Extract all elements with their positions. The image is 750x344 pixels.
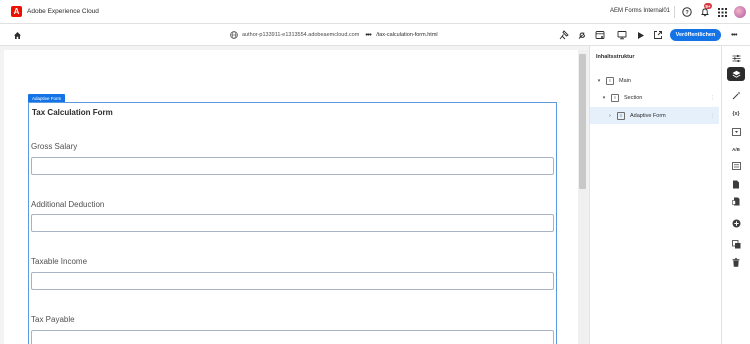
url-host: author-p133911-e1313554.adobeaemcloud.co…: [242, 32, 360, 38]
tree-node-label: Main: [619, 77, 631, 84]
editor-toolbar: author-p133911-e1313554.adobeaemcloud.co…: [0, 24, 750, 46]
header-divider: [674, 6, 675, 18]
taxable-income-label: Taxable Income: [31, 257, 88, 266]
ab-test-icon[interactable]: A/B: [727, 142, 745, 156]
url-path: /tax-calculation-form.html: [376, 32, 438, 38]
tax-payable-label: Tax Payable: [31, 315, 75, 324]
more-actions-button[interactable]: •••: [728, 29, 740, 41]
panel-title: Inhaltsstruktur: [596, 54, 635, 60]
tree-node-section[interactable]: ▾ ≡ Section ⋮: [590, 89, 719, 106]
magic-wand-icon[interactable]: [727, 88, 745, 102]
notification-badge: 9+: [704, 3, 712, 9]
chevron-down-icon[interactable]: ▾: [596, 78, 602, 84]
adaptive-form-container[interactable]: Tax Calculation Form Gross Salary Additi…: [28, 102, 557, 344]
globe-icon: [230, 31, 238, 39]
tree-node-main[interactable]: ▾ ≡ Main: [590, 72, 719, 89]
chevron-down-icon[interactable]: ▾: [601, 95, 607, 101]
open-external-icon[interactable]: [652, 29, 664, 41]
drag-handle-icon[interactable]: ⋮: [710, 113, 715, 119]
layers-icon[interactable]: [727, 67, 745, 81]
add-component-icon[interactable]: [727, 216, 745, 230]
delete-trash-icon[interactable]: [727, 255, 745, 269]
publish-button[interactable]: Veröffentlichen: [670, 29, 721, 41]
adobe-logo-icon[interactable]: A: [11, 6, 22, 17]
additional-deduction-label: Additional Deduction: [31, 200, 105, 209]
ab-test-label: A/B: [732, 146, 740, 152]
page-properties-icon[interactable]: [594, 29, 606, 41]
tax-payable-input[interactable]: [31, 330, 554, 344]
app-title[interactable]: Adobe Experience Cloud: [27, 8, 99, 15]
user-avatar[interactable]: [734, 6, 746, 18]
additional-deduction-input[interactable]: [31, 214, 554, 232]
home-icon[interactable]: [11, 29, 23, 41]
assets-icon[interactable]: [727, 194, 745, 208]
variables-label: {x}: [732, 111, 740, 117]
tree-node-label: Section: [624, 94, 643, 101]
wrench-icon[interactable]: [576, 29, 588, 41]
document-icon[interactable]: [727, 177, 745, 191]
form-container-icon: ≡: [617, 111, 625, 120]
gross-salary-label: Gross Salary: [31, 142, 78, 151]
side-rail: {x} A/B: [721, 46, 750, 344]
form-title: Tax Calculation Form: [32, 108, 113, 117]
style-editor-icon[interactable]: [558, 29, 570, 41]
properties-sliders-icon[interactable]: [727, 51, 745, 65]
taxable-income-input[interactable]: [31, 272, 554, 290]
tree-node-label: Adaptive Form: [630, 112, 666, 119]
apps-grid-icon[interactable]: [716, 6, 728, 18]
emulator-icon[interactable]: [616, 29, 628, 41]
tree-node-adaptive-form[interactable]: › ≡ Adaptive Form ⋮: [590, 107, 719, 124]
variables-icon[interactable]: {x}: [727, 107, 745, 121]
chevron-right-icon[interactable]: ›: [607, 113, 613, 119]
page-url: author-p133911-e1313554.adobeaemcloud.co…: [230, 31, 438, 39]
scroll-thumb[interactable]: [579, 54, 586, 189]
content-tree-panel: Inhaltsstruktur ▾ ≡ Main ▾ ≡ Section ⋮ ›…: [589, 46, 721, 344]
forms-panel-icon[interactable]: [727, 125, 745, 139]
help-icon[interactable]: ?: [681, 6, 693, 18]
preview-play-icon[interactable]: [634, 29, 646, 41]
url-more-button[interactable]: •••: [365, 32, 371, 39]
container-icon: ≡: [606, 76, 614, 85]
list-panel-icon[interactable]: [727, 159, 745, 173]
canvas-scrollbar[interactable]: [578, 50, 588, 344]
drag-handle-icon[interactable]: ⋮: [710, 95, 715, 101]
panel-icon: ≡: [611, 93, 619, 102]
copy-icon[interactable]: [727, 237, 745, 251]
gross-salary-input[interactable]: [31, 157, 554, 175]
org-switcher[interactable]: AEM Forms Internal01: [610, 8, 670, 14]
